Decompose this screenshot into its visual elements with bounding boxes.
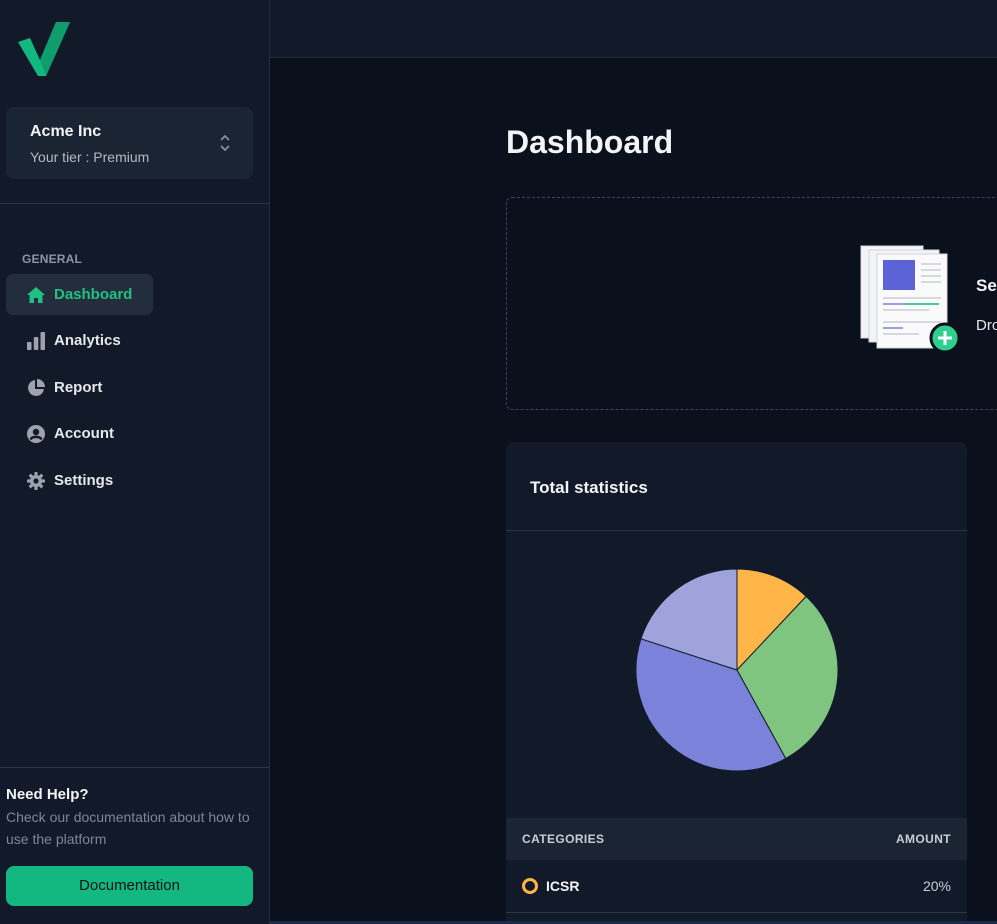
- sidebar-item-label: Report: [54, 379, 103, 396]
- table-header: CATEGORIES AMOUNT: [506, 818, 967, 860]
- sidebar-item-analytics[interactable]: Analytics: [6, 320, 153, 361]
- help-divider: [0, 767, 269, 768]
- dropzone-title: Se: [976, 276, 997, 295]
- column-header-categories: CATEGORIES: [522, 832, 605, 846]
- category-dot: [522, 878, 538, 894]
- card-divider: [506, 530, 967, 531]
- documentation-button[interactable]: Documentation: [6, 866, 253, 906]
- category-amount: 20%: [922, 878, 951, 894]
- sidebar-item-account[interactable]: Account: [6, 413, 153, 454]
- sidebar-item-dashboard[interactable]: Dashboard: [6, 274, 153, 315]
- organization-switcher[interactable]: Acme Inc Your tier : Premium: [6, 107, 253, 179]
- brand-logo[interactable]: [16, 20, 72, 78]
- organization-name: Acme Inc: [30, 123, 102, 140]
- sidebar-item-label: Analytics: [54, 332, 121, 349]
- card-title: Total statistics: [530, 478, 648, 497]
- user-circle-icon: [27, 425, 45, 443]
- top-bar: [270, 0, 997, 58]
- organization-tier: Your tier : Premium: [30, 149, 150, 165]
- sidebar-divider: [0, 203, 269, 204]
- documents-upload-icon: [860, 245, 961, 354]
- sidebar-item-settings[interactable]: Settings: [6, 460, 153, 501]
- gear-icon: [27, 472, 45, 490]
- help-title: Need Help?: [6, 786, 89, 803]
- sidebar-item-label: Dashboard: [54, 286, 133, 303]
- pie-chart-icon: [28, 379, 45, 396]
- column-header-amount: AMOUNT: [895, 832, 951, 846]
- sidebar-item-label: Account: [54, 425, 114, 442]
- sidebar-item-label: Settings: [54, 472, 114, 489]
- nav-section-title: GENERAL: [22, 252, 83, 266]
- total-statistics-card: Total statistics CATEGORIES AMOUNT ICSR …: [506, 442, 967, 924]
- sidebar: Acme Inc Your tier : Premium GENERAL Das…: [0, 0, 270, 924]
- dropzone-subtitle: Dro: [976, 317, 997, 334]
- table-row[interactable]: ICSR 20%: [506, 860, 967, 913]
- chevron-up-down-icon: [220, 134, 230, 152]
- home-icon: [27, 287, 45, 303]
- pie-chart: [635, 568, 839, 772]
- file-dropzone[interactable]: Se Dro: [506, 197, 997, 410]
- sidebar-item-report[interactable]: Report: [6, 367, 153, 408]
- bar-chart-icon: [27, 332, 45, 350]
- category-name: ICSR: [546, 878, 580, 894]
- help-text: Check our documentation about how to use…: [6, 809, 250, 847]
- page-title: Dashboard: [506, 124, 674, 160]
